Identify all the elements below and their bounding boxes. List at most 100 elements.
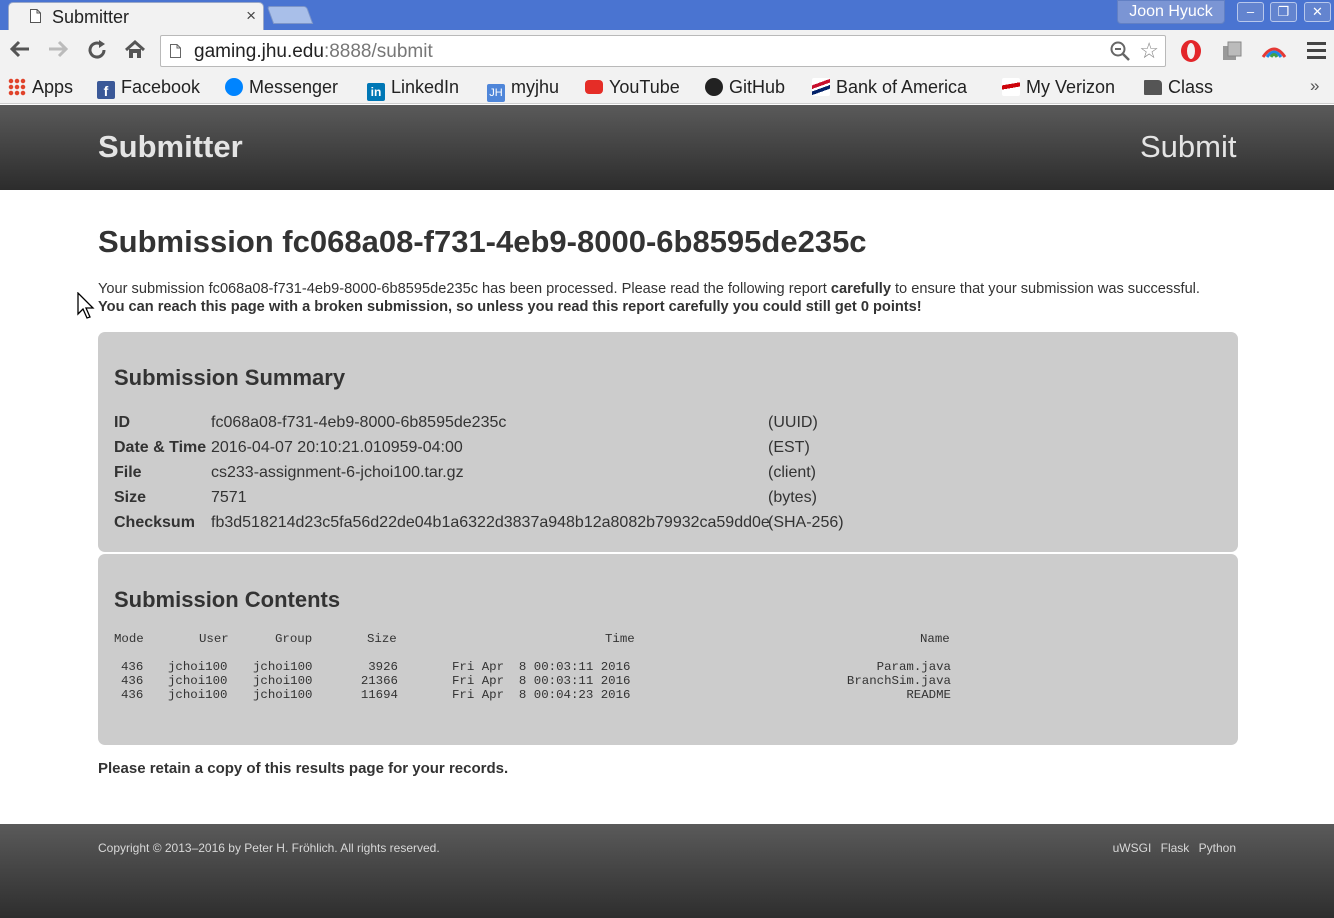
footer-link-flask[interactable]: Flask [1161, 841, 1190, 855]
table-cell-mode: 436 [121, 660, 144, 674]
github-icon [705, 78, 723, 96]
summary-value: fc068a08-f731-4eb9-8000-6b8595de235c [211, 414, 507, 431]
summary-key: ID [114, 414, 130, 431]
bookmark-apps[interactable]: Apps [8, 76, 73, 98]
table-cell-name: Param.java [876, 660, 951, 674]
summary-value: 2016-04-07 20:10:21.010959-04:00 [211, 439, 463, 456]
profile-button[interactable]: Joon Hyuck [1117, 0, 1225, 24]
submission-summary-panel: Submission Summary ID fc068a08-f731-4eb9… [98, 332, 1238, 552]
new-tab-button[interactable] [266, 6, 314, 24]
col-header-mode: Mode [114, 632, 144, 646]
nav-submit-link[interactable]: Submit [1140, 129, 1236, 165]
table-cell-time: Fri Apr 8 00:04:23 2016 [452, 688, 631, 702]
verizon-icon [1002, 78, 1020, 96]
table-cell-mode: 436 [121, 674, 144, 688]
summary-value: 7571 [211, 489, 247, 506]
tab-strip: Submitter × Joon Hyuck – ❐ ✕ [0, 0, 1334, 30]
tab-title: Submitter [52, 7, 130, 27]
back-icon[interactable] [9, 39, 31, 63]
table-cell-name: README [906, 688, 951, 702]
youtube-icon [585, 80, 603, 94]
table-cell-user: jchoi100 [168, 660, 228, 674]
restore-button[interactable]: ❐ [1270, 2, 1297, 22]
footer-link-uwsgi[interactable]: uWSGI [1113, 841, 1152, 855]
minimize-button[interactable]: – [1237, 2, 1264, 22]
col-header-time: Time [605, 632, 635, 646]
site-header: Submitter Submit [0, 105, 1334, 190]
summary-value: fb3d518214d23c5fa56d22de04b1a6322d3837a9… [211, 514, 770, 531]
menu-icon[interactable] [1307, 42, 1326, 63]
col-header-size: Size [367, 632, 397, 646]
home-icon[interactable] [124, 39, 146, 65]
bookmark-facebook[interactable]: f Facebook [97, 76, 200, 99]
copyright-text: Copyright © 2013–2016 by Peter H. Fröhli… [98, 841, 440, 855]
summary-heading: Submission Summary [114, 365, 346, 390]
table-cell-size: 3926 [368, 660, 398, 674]
linkedin-icon: in [367, 83, 385, 101]
mouse-cursor-icon [77, 292, 95, 319]
site-footer: Copyright © 2013–2016 by Peter H. Fröhli… [0, 824, 1334, 918]
rainbow-extension-icon[interactable] [1261, 39, 1287, 63]
tab-submitter[interactable]: Submitter × [8, 2, 264, 30]
bookmark-bank-of-america[interactable]: Bank of America [812, 76, 967, 98]
bank-of-america-icon [812, 78, 830, 96]
bookmark-class[interactable]: Class [1144, 76, 1213, 98]
footer-links: uWSGI Flask Python [1107, 841, 1236, 855]
bookmarks-overflow-icon[interactable]: » [1310, 76, 1319, 96]
summary-key: Checksum [114, 514, 195, 531]
folder-icon [1144, 80, 1162, 95]
summary-value: cs233-assignment-6-jchoi100.tar.gz [211, 464, 464, 481]
table-cell-group: jchoi100 [253, 674, 313, 688]
forward-icon[interactable] [47, 39, 69, 63]
table-cell-time: Fri Apr 8 00:03:11 2016 [452, 674, 631, 688]
stack-extension-icon[interactable] [1220, 39, 1244, 63]
contents-heading: Submission Contents [114, 587, 341, 612]
bookmark-star-icon[interactable]: ☆ [1139, 38, 1159, 64]
table-cell-user: jchoi100 [168, 688, 228, 702]
intro-paragraph: Your submission fc068a08-f731-4eb9-8000-… [98, 281, 1200, 315]
page-title: Submission fc068a08-f731-4eb9-8000-6b859… [98, 224, 867, 259]
address-bar[interactable]: gaming.jhu.edu:8888/submit ☆ [160, 35, 1166, 67]
tab-close-icon[interactable]: × [246, 6, 256, 26]
bookmark-messenger[interactable]: Messenger [225, 76, 338, 98]
table-cell-size: 11694 [360, 688, 398, 702]
retain-note: Please retain a copy of this results pag… [98, 760, 509, 777]
close-window-button[interactable]: ✕ [1304, 2, 1331, 22]
table-cell-time: Fri Apr 8 00:03:11 2016 [452, 660, 631, 674]
apps-grid-icon [8, 78, 26, 96]
opera-extension-icon[interactable] [1179, 39, 1203, 63]
messenger-icon [225, 78, 243, 96]
bookmark-my-verizon[interactable]: My Verizon [1002, 76, 1115, 98]
summary-key: Size [114, 489, 147, 506]
table-cell-name: BranchSim.java [846, 674, 951, 688]
summary-unit: (SHA-256) [768, 514, 844, 531]
table-cell-user: jchoi100 [168, 674, 228, 688]
bookmark-linkedin[interactable]: in LinkedIn [367, 76, 459, 101]
zoom-icon[interactable] [1109, 40, 1131, 62]
summary-unit: (bytes) [768, 489, 817, 506]
table-cell-size: 21366 [360, 674, 398, 688]
document-icon [30, 9, 41, 23]
table-cell-mode: 436 [121, 688, 144, 702]
bookmark-youtube[interactable]: YouTube [585, 76, 680, 98]
site-brand[interactable]: Submitter [98, 129, 243, 165]
summary-key: Date & Time [114, 439, 207, 456]
myjhu-icon: JH [487, 84, 505, 102]
page-icon [170, 44, 181, 58]
bookmark-github[interactable]: GitHub [705, 76, 785, 98]
url-text[interactable]: gaming.jhu.edu:8888/submit [194, 41, 433, 63]
table-cell-group: jchoi100 [253, 688, 313, 702]
bookmark-myjhu[interactable]: JH myjhu [487, 76, 559, 102]
summary-unit: (client) [768, 464, 817, 481]
summary-key: File [114, 464, 142, 481]
facebook-icon: f [97, 81, 115, 99]
footer-link-python[interactable]: Python [1199, 841, 1236, 855]
submission-contents-panel: Submission Contents Mode User Group Size… [98, 554, 1238, 745]
col-header-user: User [199, 632, 229, 646]
summary-unit: (UUID) [768, 414, 818, 431]
col-header-group: Group [275, 632, 313, 646]
col-header-name: Name [920, 632, 950, 646]
table-cell-group: jchoi100 [253, 660, 313, 674]
summary-unit: (EST) [768, 439, 810, 456]
reload-icon[interactable] [86, 39, 108, 65]
